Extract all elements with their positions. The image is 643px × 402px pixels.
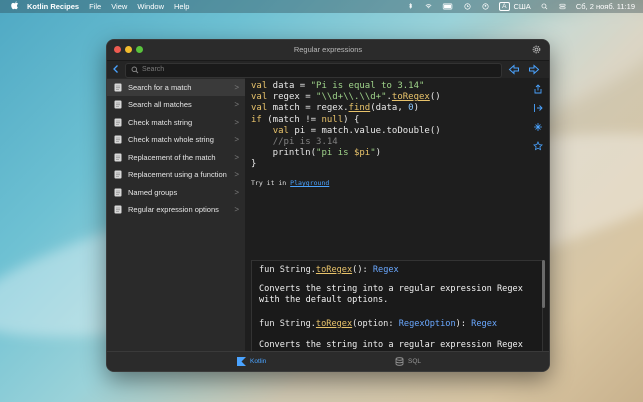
chevron-right-icon: >: [234, 205, 239, 214]
sidebar-item-label: Replacement of the match: [128, 152, 216, 162]
tab-sql[interactable]: SQL: [395, 357, 421, 366]
document-icon: [114, 188, 122, 196]
control-center-icon[interactable]: [558, 3, 567, 10]
title-bar: Regular expressions: [107, 40, 549, 61]
input-source-label[interactable]: США: [514, 2, 531, 11]
chevron-right-icon: >: [234, 170, 239, 179]
sidebar-item-replacement-using-a-function[interactable]: Replacement using a function >: [107, 166, 245, 183]
sidebar-item-named-groups[interactable]: Named groups >: [107, 184, 245, 201]
tab-kotlin-label: Kotlin: [250, 358, 267, 365]
user-icon[interactable]: [481, 3, 490, 10]
sidebar-item-check-match-whole-string[interactable]: Check match whole string >: [107, 131, 245, 148]
chevron-right-icon: >: [234, 135, 239, 144]
menu-clock[interactable]: Сб, 2 нояб. 11:19: [576, 2, 635, 11]
search-icon: [131, 66, 139, 74]
doc-sig-paren: ():: [352, 265, 373, 275]
window-title: Regular expressions: [293, 45, 363, 54]
doc-desc-line: Converts the string into a regular expre…: [259, 284, 523, 294]
kotlin-logo-icon: [237, 357, 246, 366]
sidebar-item-search-all-matches[interactable]: Search all matches >: [107, 96, 245, 113]
doc-sig-function[interactable]: toRegex: [316, 265, 352, 275]
chevron-right-icon: >: [234, 83, 239, 92]
sidebar-item-search-for-a-match[interactable]: Search for a match >: [107, 79, 245, 96]
doc-sig-return-type[interactable]: Regex: [373, 265, 399, 275]
sidebar-item-replacement-of-the-match[interactable]: Replacement of the match >: [107, 149, 245, 166]
documentation-panel[interactable]: fun String.toRegex(): Regex Converts the…: [251, 260, 543, 352]
database-icon: [395, 357, 404, 366]
sidebar-item-regular-expression-options[interactable]: Regular expression options >: [107, 201, 245, 218]
chevron-right-icon: >: [234, 117, 239, 127]
menu-view[interactable]: View: [111, 2, 127, 11]
document-icon: [114, 135, 122, 144]
chevron-right-icon: >: [234, 187, 239, 197]
sidebar: Search for a match > Search all matches …: [107, 78, 245, 351]
bluetooth-icon[interactable]: [406, 3, 415, 10]
previous-icon[interactable]: [508, 64, 520, 75]
clock-icon[interactable]: [463, 3, 472, 10]
code-block[interactable]: val data = "Pi is equal to 3.14" val reg…: [251, 81, 441, 171]
doc-sig-param: (option:: [352, 319, 399, 329]
doc-signature-1: fun String.toRegex(): Regex: [259, 265, 399, 275]
sidebar-item-label: Named groups: [128, 187, 178, 197]
sparkle-icon[interactable]: [533, 122, 543, 132]
document-icon: [114, 205, 122, 214]
try-it-line: Try it in Playground: [251, 179, 329, 187]
sidebar-item-label: Search all matches: [128, 100, 192, 109]
chevron-right-icon: >: [234, 152, 239, 162]
menu-window[interactable]: Window: [137, 2, 164, 11]
doc-scrollbar[interactable]: [542, 260, 545, 308]
playground-link[interactable]: Playground: [290, 179, 329, 187]
app-window: Regular expressions Search Search for a …: [106, 39, 550, 372]
bottom-tab-bar: Kotlin SQL: [107, 351, 549, 371]
toolbar: Search: [107, 61, 549, 78]
doc-description-2: Converts the string into a regular expre…: [259, 340, 523, 351]
document-icon: [114, 100, 122, 109]
gear-icon[interactable]: [531, 44, 542, 55]
doc-sig-return-type[interactable]: Regex: [471, 319, 497, 329]
doc-sig-function[interactable]: toRegex: [316, 319, 352, 329]
doc-sig-prefix: fun String.: [259, 265, 316, 275]
menu-bar: Kotlin Recipes File View Window Help A С…: [0, 0, 643, 13]
input-source-badge[interactable]: A: [499, 2, 510, 11]
doc-desc-line: Converts the string into a regular expre…: [259, 340, 523, 350]
menu-help[interactable]: Help: [174, 2, 189, 11]
indent-icon[interactable]: [533, 103, 543, 113]
document-icon: [114, 170, 122, 179]
document-icon: [114, 153, 122, 161]
doc-sig-prefix: fun String.: [259, 319, 316, 329]
search-field[interactable]: Search: [125, 63, 502, 78]
doc-sig-paren: ):: [455, 319, 472, 329]
doc-sig-param-type[interactable]: RegexOption: [399, 319, 456, 329]
doc-description-1: Converts the string into a regular expre…: [259, 284, 523, 306]
code-actions: [533, 84, 545, 160]
sidebar-item-label: Search for a match: [128, 83, 192, 92]
search-placeholder: Search: [142, 66, 165, 73]
tab-kotlin[interactable]: Kotlin: [237, 357, 266, 366]
menu-app-name[interactable]: Kotlin Recipes: [27, 2, 79, 11]
back-icon[interactable]: [111, 64, 121, 74]
sidebar-item-check-match-string[interactable]: Check match string >: [107, 114, 245, 131]
next-icon[interactable]: [528, 64, 540, 75]
wifi-icon[interactable]: [424, 3, 433, 10]
battery-icon[interactable]: [442, 3, 454, 10]
recipe-content: val data = "Pi is equal to 3.14" val reg…: [245, 78, 549, 352]
search-icon[interactable]: [540, 3, 549, 10]
sidebar-item-label: Check match whole string: [128, 135, 214, 144]
tab-sql-label: SQL: [408, 358, 422, 365]
doc-desc-line: with the default options.: [259, 295, 389, 305]
document-icon: [114, 83, 122, 92]
try-it-prefix: Try it in: [251, 179, 287, 187]
document-icon: [114, 118, 122, 126]
menu-file[interactable]: File: [89, 2, 101, 11]
doc-signature-2: fun String.toRegex(option: RegexOption):…: [259, 319, 497, 329]
sidebar-item-label: Replacement using a function: [128, 170, 227, 179]
sidebar-item-label: Regular expression options: [128, 205, 219, 214]
share-icon[interactable]: [533, 84, 543, 94]
chevron-right-icon: >: [234, 100, 239, 109]
star-icon[interactable]: [533, 141, 543, 151]
apple-logo-icon[interactable]: [11, 1, 19, 12]
sidebar-item-label: Check match string: [128, 117, 193, 127]
